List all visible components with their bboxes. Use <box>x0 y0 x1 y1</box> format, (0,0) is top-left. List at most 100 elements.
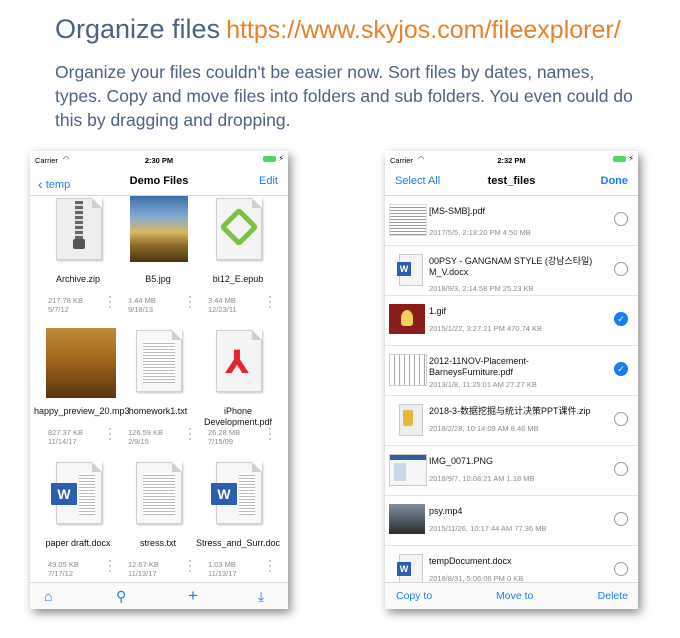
pdf-page-icon <box>389 204 427 236</box>
file-name: bi12_E.epub <box>212 274 264 284</box>
edit-button[interactable]: Edit <box>259 175 278 187</box>
file-meta: 2013/1/8, 11:25:01 AM 27.27 KB <box>429 380 537 389</box>
select-radio[interactable] <box>614 262 628 276</box>
status-bar: Carrier ◠ 2:30 PM ⚡ <box>30 151 288 169</box>
battery-icon <box>263 156 276 162</box>
file-cell[interactable]: happy_preview_20.mp3 827.37 KB 11/14/17 ·… <box>34 328 130 458</box>
file-name: psy.mp4 <box>429 506 463 516</box>
checkmark-icon[interactable]: ✓ <box>614 362 628 376</box>
file-meta: 26.28 MB 7/15/09 <box>208 428 241 446</box>
word-doc-icon: W <box>389 554 425 583</box>
file-cell[interactable]: stress.txt 12.67 KB 11/13/17 · · · <box>118 460 198 583</box>
copy-to-button[interactable]: Copy to <box>396 590 432 602</box>
hero-title: Organize files <box>55 14 221 44</box>
word-doc-icon: W <box>48 460 108 530</box>
file-meta: 49.05 KB 7/17/12 <box>48 560 79 578</box>
more-icon[interactable]: · · · <box>107 424 113 445</box>
select-radio[interactable] <box>614 212 628 226</box>
epub-icon <box>208 196 268 266</box>
bottom-toolbar: ⌂ ⚲ + ⤓ <box>30 582 288 609</box>
file-name: 1.gif <box>429 306 447 316</box>
hero-url-link[interactable]: https://www.skyjos.com/fileexplorer/ <box>226 16 621 44</box>
file-cell[interactable]: ⅄ iPhone Development.pdf 26.28 MB 7/15/09… <box>198 328 278 458</box>
list-item[interactable]: 2018-3-数据挖掘与统计决策PPT课件.zip 2018/2/28, 10:… <box>385 396 638 446</box>
file-cell[interactable]: W paper draft.docx 49.05 KB 7/17/12 · · · <box>38 460 118 583</box>
add-icon[interactable]: + <box>188 586 198 606</box>
file-name: homework1.txt <box>128 406 188 416</box>
download-icon[interactable]: ⤓ <box>258 588 264 605</box>
pdf-icon: ⅄ <box>208 328 268 398</box>
more-icon[interactable]: · · · <box>107 292 113 313</box>
word-doc-icon: W <box>208 460 268 530</box>
file-meta: 217.78 KB 5/7/12 <box>48 296 84 314</box>
status-time: 2:30 PM <box>144 156 174 165</box>
file-name: IMG_0071.PNG <box>429 456 494 466</box>
desert-photo-icon <box>46 328 116 398</box>
list-item[interactable]: 1.gif 2015/1/22, 3:27:21 PM 470.74 KB ✓ <box>385 296 638 346</box>
more-icon[interactable]: · · · <box>107 556 113 577</box>
list-item[interactable]: 2012-11NOV-Placement-BarneysFurniture.pd… <box>385 346 638 396</box>
file-meta: 2018/2/28, 10:14:09 AM 8.46 MB <box>429 424 539 433</box>
home-icon[interactable]: ⌂ <box>44 588 52 604</box>
zip-icon <box>389 404 425 436</box>
delete-button[interactable]: Delete <box>598 590 628 602</box>
file-name: B5.jpg <box>145 274 171 284</box>
more-icon[interactable]: · · · <box>187 424 193 445</box>
file-meta: 1.44 MB 9/18/13 <box>128 296 156 314</box>
checkmark-icon[interactable]: ✓ <box>614 312 628 326</box>
list-item[interactable]: psy.mp4 2015/11/26, 10:17:44 AM 77.36 MB <box>385 496 638 546</box>
file-meta: 2017/5/5, 2:18:20 PM 4.50 MB <box>429 228 531 237</box>
file-name: Stress_and_Surr.doc <box>195 538 281 548</box>
file-cell[interactable]: homework1.txt 126.59 KB 2/9/15 · · · <box>118 328 198 458</box>
file-cell[interactable]: Archive.zip 217.78 KB 5/7/12 · · · <box>38 196 118 326</box>
landscape-photo-icon <box>128 196 188 266</box>
gif-image-icon <box>389 304 425 334</box>
spreadsheet-pdf-icon <box>389 354 427 386</box>
file-name: [MS-SMB].pdf <box>429 206 486 216</box>
more-icon[interactable]: · · · <box>267 292 273 313</box>
nav-title: Demo Files <box>129 175 189 187</box>
text-doc-icon <box>128 328 188 398</box>
file-name: tempDocument.docx <box>429 556 512 566</box>
search-icon[interactable]: ⚲ <box>116 588 126 605</box>
list-item[interactable]: IMG_0071.PNG 2018/9/7, 10:08:21 AM 1.18 … <box>385 446 638 496</box>
file-meta: 827.37 KB 11/14/17 <box>48 428 84 446</box>
left-phone-screenshot: Carrier ◠ 2:30 PM ⚡ ‹ temp Demo Files Ed… <box>30 151 288 609</box>
select-radio[interactable] <box>614 512 628 526</box>
file-cell[interactable]: bi12_E.epub 3.44 MB 12/23/11 · · · <box>198 196 278 326</box>
text-doc-icon <box>128 460 188 530</box>
more-icon[interactable]: · · · <box>187 556 193 577</box>
file-list: [MS-SMB].pdf 2017/5/5, 2:18:20 PM 4.50 M… <box>385 196 638 583</box>
file-meta: 2015/11/26, 10:17:44 AM 77.36 MB <box>429 524 547 533</box>
list-item[interactable]: [MS-SMB].pdf 2017/5/5, 2:18:20 PM 4.50 M… <box>385 196 638 246</box>
select-radio[interactable] <box>614 412 628 426</box>
file-meta: 126.59 KB 2/9/15 <box>128 428 164 446</box>
hero-description: Organize your files couldn't be easier n… <box>55 62 633 130</box>
file-name: stress.txt <box>139 538 176 548</box>
more-icon[interactable]: · · · <box>187 292 193 313</box>
more-icon[interactable]: · · · <box>267 424 273 445</box>
nav-bar: Select All test_files Done <box>385 169 638 196</box>
bottom-toolbar: Copy to Move to Delete <box>385 582 638 609</box>
nav-bar: ‹ temp Demo Files Edit <box>30 169 288 196</box>
file-name: 2012-11NOV-Placement-BarneysFurniture.pd… <box>429 356 529 377</box>
file-meta: 2018/9/7, 10:08:21 AM 1.18 MB <box>429 474 535 483</box>
list-item[interactable]: W tempDocument.docx 2018/8/31, 5:06:06 P… <box>385 546 638 583</box>
list-item[interactable]: W 00PSY - GANGNAM STYLE (강남스타일) M_V.docx… <box>385 246 638 296</box>
file-meta: 12.67 KB 11/13/17 <box>128 560 159 578</box>
file-name: happy_preview_20.mp3 <box>34 406 130 416</box>
move-to-button[interactable]: Move to <box>496 590 533 602</box>
file-cell[interactable]: B5.jpg 1.44 MB 9/18/13 · · · <box>118 196 198 326</box>
file-cell[interactable]: W Stress_and_Surr.doc 1.03 MB 11/13/17 · ·… <box>196 460 280 583</box>
charging-icon: ⚡ <box>278 154 284 163</box>
screenshot-icon <box>389 454 427 486</box>
battery-icon <box>613 156 626 162</box>
file-name: 2018-3-数据挖掘与统计决策PPT课件.zip <box>429 406 591 416</box>
video-thumbnail-icon <box>389 504 425 534</box>
file-meta: 1.03 MB 11/13/17 <box>208 560 237 578</box>
status-time: 2:32 PM <box>497 156 526 165</box>
more-icon[interactable]: · · · <box>267 556 273 577</box>
select-radio[interactable] <box>614 462 628 476</box>
select-radio[interactable] <box>614 562 628 576</box>
done-button[interactable]: Done <box>601 175 629 187</box>
